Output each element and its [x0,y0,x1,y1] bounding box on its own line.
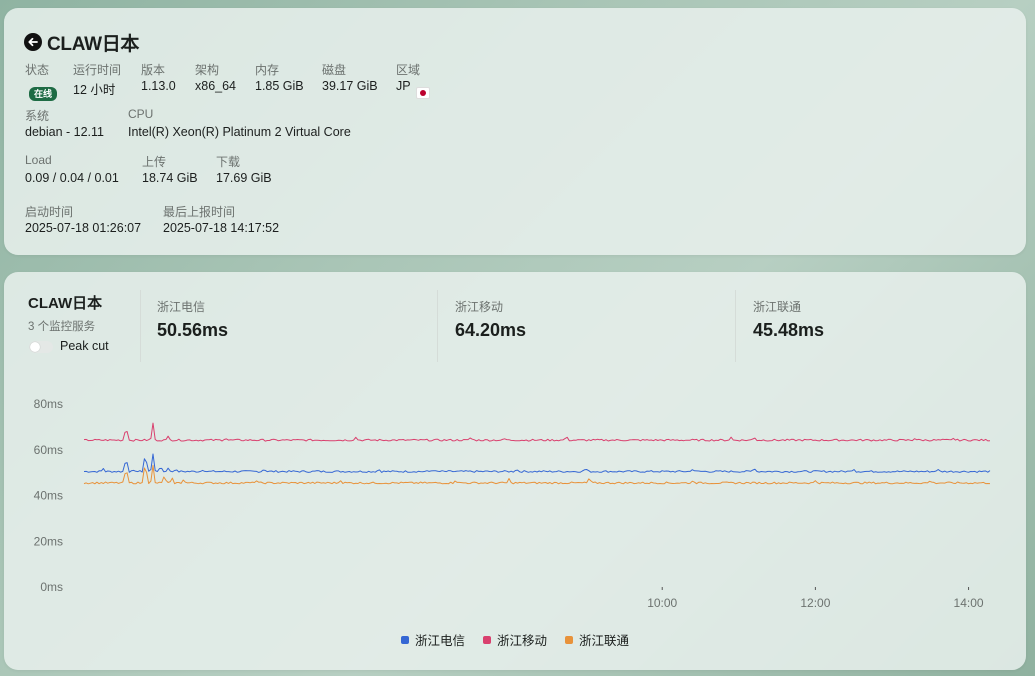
memory-label: 内存 [255,63,280,77]
latency-line-chart: 0ms 20ms 40ms 60ms 80ms 10:00 12:00 14:00 [34,397,991,610]
load-label: Load [25,153,52,167]
legend-swatch-telecom [400,635,409,644]
series-line-unicom [83,464,991,485]
os-value: debian - 12.11 [25,125,104,139]
back-button[interactable] [24,33,42,51]
legend-label-mobile: 浙江移动 [496,634,547,648]
download-label: 下载 [216,155,241,169]
series-line-telecom [83,453,991,473]
server-info-card: CLAW日本 状态 在线 运行时间 12 小时 版本 1.13.0 架构 x86… [4,8,1026,255]
series-line-mobile [83,422,991,442]
legend-swatch-mobile [482,635,491,644]
arch-value: x86_64 [195,79,237,93]
legend-item-mobile[interactable]: 浙江移动 [482,630,547,649]
last-report-label: 最后上报时间 [163,205,236,219]
legend-swatch-unicom [565,635,573,644]
arch-label: 架构 [195,63,220,77]
legend-label-telecom: 浙江电信 [414,634,465,648]
uptime-value: 12 小时 [73,83,116,97]
version-value: 1.13.0 [141,79,176,93]
version-label: 版本 [141,63,166,77]
boot-time-label: 启动时间 [25,205,74,219]
uptime-label: 运行时间 [73,63,122,77]
download-value: 17.69 GiB [216,171,272,185]
disk-label: 磁盘 [322,63,347,77]
y-tick-label: 40ms [34,489,63,503]
x-tick-label: 10:00 [647,596,677,610]
upload-label: 上传 [142,155,167,169]
y-tick-label: 0ms [40,580,63,594]
upload-value: 18.74 GiB [142,171,198,185]
y-tick-label: 60ms [34,443,63,457]
region-value: JP [396,79,411,93]
status-badge: 在线 [29,87,58,101]
legend-item-telecom[interactable]: 浙江电信 [400,630,465,649]
japan-flag-icon [416,87,430,99]
memory-value: 1.85 GiB [255,79,304,93]
y-tick-label: 20ms [34,534,63,548]
x-tick-label: 12:00 [800,596,830,610]
boot-time-value: 2025-07-18 01:26:07 [25,221,142,235]
legend-label-unicom: 浙江联通 [579,634,630,648]
last-report-value: 2025-07-18 14:17:52 [163,221,280,235]
os-label: 系统 [25,109,50,123]
y-tick-label: 80ms [34,397,63,411]
cpu-label: CPU [128,107,154,121]
arrow-left-icon [28,37,38,47]
chart-legend: 浙江电信 浙江移动 浙江联通 [4,630,1026,649]
legend-item-unicom[interactable]: 浙江联通 [565,630,629,649]
server-title: CLAW日本 [47,34,140,55]
latency-monitor-card: CLAW日本 3 个监控服务 Peak cut 浙江电信 50.56ms 浙江移… [4,272,1026,670]
cpu-value: Intel(R) Xeon(R) Platinum 2 Virtual Core [128,125,351,139]
x-tick-label: 14:00 [954,596,984,610]
status-label: 状态 [25,63,50,77]
disk-value: 39.17 GiB [322,79,378,93]
region-label: 区域 [396,63,421,77]
load-value: 0.09 / 0.04 / 0.01 [25,171,119,185]
